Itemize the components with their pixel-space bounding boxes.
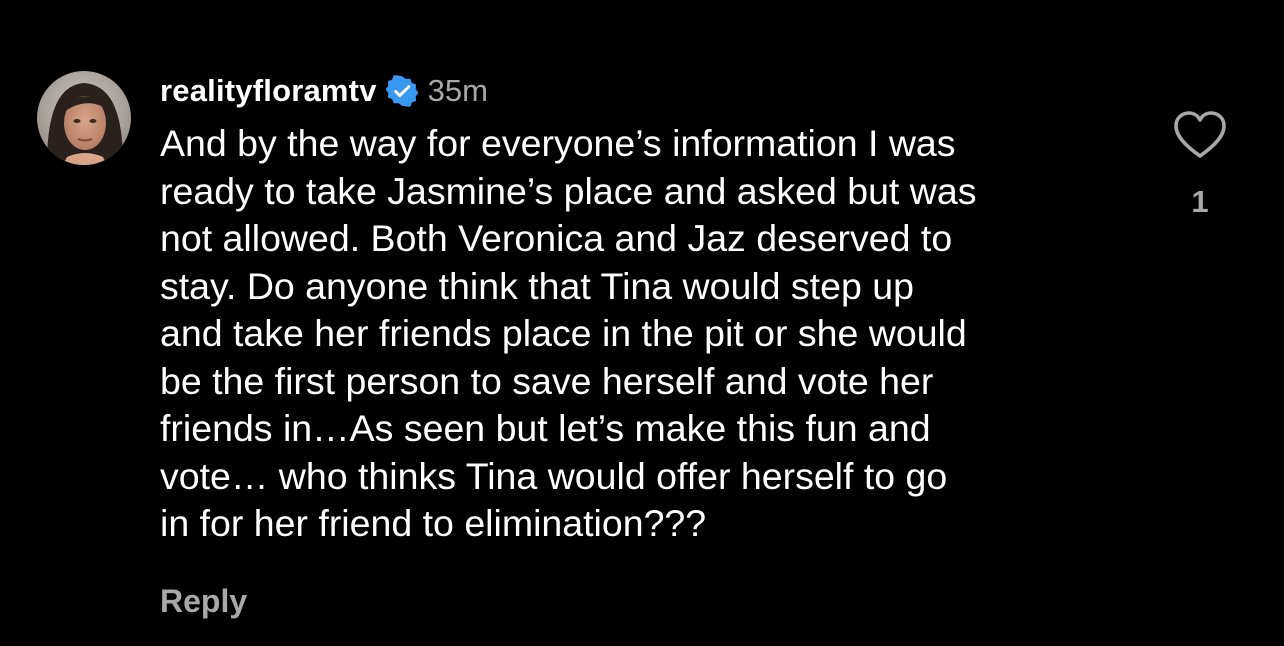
timestamp: 35m bbox=[427, 73, 488, 108]
avatar[interactable] bbox=[37, 71, 131, 165]
username[interactable]: realityfloramtv bbox=[160, 73, 377, 109]
like-count: 1 bbox=[1191, 184, 1209, 219]
comment-text: And by the way for everyone’s informatio… bbox=[160, 122, 977, 544]
like-button[interactable] bbox=[1172, 110, 1228, 160]
comment: realityfloramtv 35m And by the way for e… bbox=[0, 0, 1284, 646]
reply-button[interactable]: Reply bbox=[160, 583, 247, 620]
comment-header: realityfloramtv 35m bbox=[160, 64, 1120, 118]
avatar-image bbox=[37, 71, 131, 165]
comment-content: realityfloramtv 35m And by the way for e… bbox=[160, 64, 1120, 548]
heart-outline-icon bbox=[1172, 111, 1228, 164]
verified-badge-icon bbox=[385, 75, 419, 107]
